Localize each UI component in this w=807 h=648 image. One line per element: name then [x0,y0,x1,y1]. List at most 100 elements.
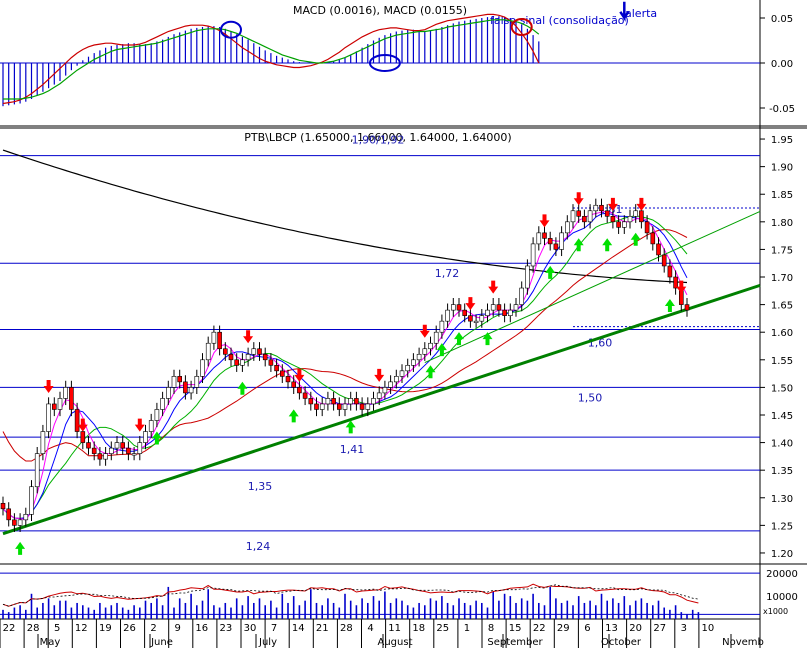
candle-body [479,315,485,322]
candle-body [667,265,673,278]
candle-body [564,221,570,234]
candle-body [576,210,582,217]
candle-body [485,309,490,316]
candle-body [223,348,228,355]
chart-figure: MACD (0.0016), MACD (0.0155) PTB\LBCP (1… [0,0,807,648]
macd-panel-title: MACD (0.0016), MACD (0.0155) [293,4,467,17]
candle-body [462,309,468,316]
date-tick-label: 28 [27,623,40,634]
candle-body [137,442,143,454]
candle-body [673,276,678,289]
candle-body [519,287,525,305]
date-tick-label: 29 [557,623,570,634]
date-tick-label: 15 [509,623,522,634]
price-y-tick-label: 1.35 [771,466,793,477]
price-y-tick-label: 1.45 [771,411,793,422]
candle-body [547,238,553,245]
candle-body [268,359,274,366]
date-tick-label: 9 [175,623,181,634]
candle-body [428,342,433,350]
price-y-tick-label: 1.20 [771,549,793,560]
candle-body [245,353,251,361]
candle-body [40,431,46,454]
price-y-tick-label: 1.55 [771,356,793,367]
month-label: September [487,637,543,648]
candle-body [200,359,205,377]
candle-body [542,232,547,239]
candle-body [251,348,257,355]
candle-body [621,221,627,228]
candle-body [582,216,587,223]
candle-body [314,403,319,410]
date-tick-label: 6 [584,623,590,634]
candle-body [684,304,690,311]
candle-body [553,243,559,250]
candle-body [502,309,507,316]
candle-body [507,309,513,316]
level-label: 1,35 [248,480,273,493]
candle-body [257,348,262,355]
date-tick-label: 3 [681,623,687,634]
date-tick-label: 8 [488,623,494,634]
candle-body [171,376,177,388]
date-tick-label: 7 [271,623,277,634]
candle-body [69,387,74,410]
candle-body [348,398,354,405]
candle-body [279,370,285,377]
candle-body [126,447,131,454]
price-y-tick-label: 1.80 [771,218,793,229]
candle-body [650,232,656,245]
price-y-tick-label: 1.85 [771,190,793,201]
candle-body [302,392,308,399]
candle-body [587,210,593,223]
candle-body [604,210,610,217]
candle-body [319,403,325,410]
date-tick-label: 22 [3,623,16,634]
candle-body [382,387,388,394]
candle-body [114,442,120,449]
candle-body [211,331,217,344]
month-label: August [378,637,413,648]
price-y-tick-label: 1.40 [771,439,793,450]
candle-body [359,403,365,410]
candle-body [354,398,359,405]
date-tick-label: 27 [653,623,666,634]
candle-body [513,304,519,311]
candle-body [228,353,234,361]
candle-body [63,387,69,399]
candle-body [291,381,297,388]
candle-body [74,409,80,432]
candle-body [91,447,97,454]
candle-body [177,376,182,383]
chart-background [0,0,807,648]
candle-body [365,403,371,410]
month-label: July [258,637,277,648]
candle-body [143,431,148,443]
candle-body [496,304,502,311]
candle-body [188,387,194,394]
date-tick-label: 12 [75,623,88,634]
candle-body [399,370,405,377]
candle-body [240,359,245,366]
candle-body [445,309,450,322]
macd-y-tick-label: -0.05 [769,104,795,115]
candle-body [46,403,51,432]
annotation-alerta: alerta [625,7,657,20]
candle-body [439,320,445,333]
candle-body [530,243,536,267]
candle-body [17,519,23,526]
candle-body [627,216,633,223]
candle-body [0,502,6,510]
candle-body [388,381,393,388]
date-tick-label: 30 [244,623,257,634]
volume-y-tick-label: 10000 [766,592,798,603]
candle-body [51,403,57,410]
candle-body [148,420,154,432]
date-tick-label: 26 [123,623,136,634]
date-tick-label: 11 [388,623,401,634]
candle-body [109,447,114,454]
price-y-tick-label: 1.95 [771,135,793,146]
candle-body [131,453,137,456]
date-tick-label: 4 [367,623,373,634]
date-tick-label: 28 [340,623,353,634]
